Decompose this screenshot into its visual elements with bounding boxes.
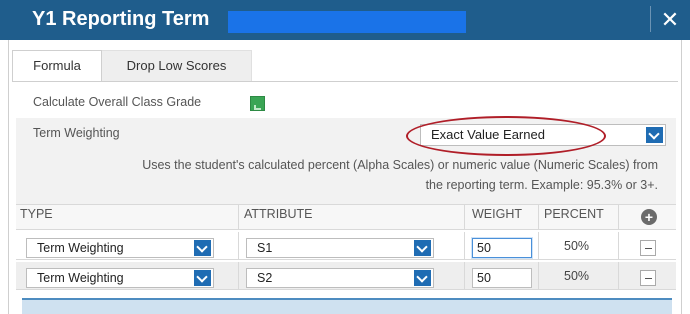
plus-circle-icon[interactable]: + xyxy=(641,209,657,225)
term-weighting-label: Term Weighting xyxy=(33,126,120,140)
column-divider xyxy=(464,232,465,260)
row1-weight-input[interactable]: 50 xyxy=(472,238,532,258)
header-percent: PERCENT xyxy=(544,207,604,221)
tab-divider xyxy=(12,81,678,82)
annotation-ellipse xyxy=(406,116,606,156)
chevron-down-icon[interactable] xyxy=(414,270,431,286)
column-divider xyxy=(538,232,539,260)
column-divider xyxy=(618,262,619,290)
header-type: TYPE xyxy=(20,207,53,221)
row1-attribute-value: S1 xyxy=(257,241,273,255)
remove-row-button[interactable] xyxy=(640,270,656,286)
header-divider xyxy=(618,204,619,230)
footer-strip xyxy=(22,298,672,314)
header-divider xyxy=(538,204,539,230)
term-weighting-description-line2: the reporting term. Example: 95.3% or 3+… xyxy=(425,178,658,192)
chevron-down-icon[interactable] xyxy=(194,240,211,256)
title-bar: Y1 Reporting Term ✕ xyxy=(0,0,690,40)
column-divider xyxy=(618,232,619,260)
column-divider xyxy=(538,262,539,290)
header-attribute: ATTRIBUTE xyxy=(244,207,313,221)
row2-type-select[interactable]: Term Weighting xyxy=(26,268,214,288)
chevron-down-icon[interactable] xyxy=(194,270,211,286)
header-divider xyxy=(464,204,465,230)
tab-formula[interactable]: Formula xyxy=(12,50,102,82)
row2-attribute-value: S2 xyxy=(257,271,273,285)
dialog-title: Y1 Reporting Term xyxy=(32,8,210,30)
calculate-overall-label: Calculate Overall Class Grade xyxy=(33,95,202,109)
row1-type-select[interactable]: Term Weighting xyxy=(26,238,214,258)
row2-weight-input[interactable]: 50 xyxy=(472,268,532,288)
row1-type-value: Term Weighting xyxy=(37,241,124,255)
tab-drop-low-scores[interactable]: Drop Low Scores xyxy=(102,50,252,82)
column-divider xyxy=(464,262,465,290)
close-icon: ✕ xyxy=(660,7,680,32)
row1-percent: 50% xyxy=(564,239,590,253)
reporting-term-dialog: Y1 Reporting Term ✕ Formula Drop Low Sco… xyxy=(0,0,690,314)
calculate-overall-checkbox[interactable] xyxy=(250,96,265,111)
column-divider xyxy=(238,232,239,260)
header-divider xyxy=(238,204,239,230)
chevron-down-icon[interactable] xyxy=(646,127,663,143)
header-weight: WEIGHT xyxy=(472,207,522,221)
row1-attribute-select[interactable]: S1 xyxy=(246,238,434,258)
remove-row-button[interactable] xyxy=(640,240,656,256)
row2-percent: 50% xyxy=(564,269,590,283)
chevron-down-icon[interactable] xyxy=(414,240,431,256)
redacted-title-area xyxy=(228,11,466,33)
row2-type-value: Term Weighting xyxy=(37,271,124,285)
titlebar-divider xyxy=(650,6,651,32)
term-weighting-description-line1: Uses the student's calculated percent (A… xyxy=(142,158,658,172)
close-button[interactable]: ✕ xyxy=(652,4,688,36)
column-divider xyxy=(238,262,239,290)
row2-attribute-select[interactable]: S2 xyxy=(246,268,434,288)
